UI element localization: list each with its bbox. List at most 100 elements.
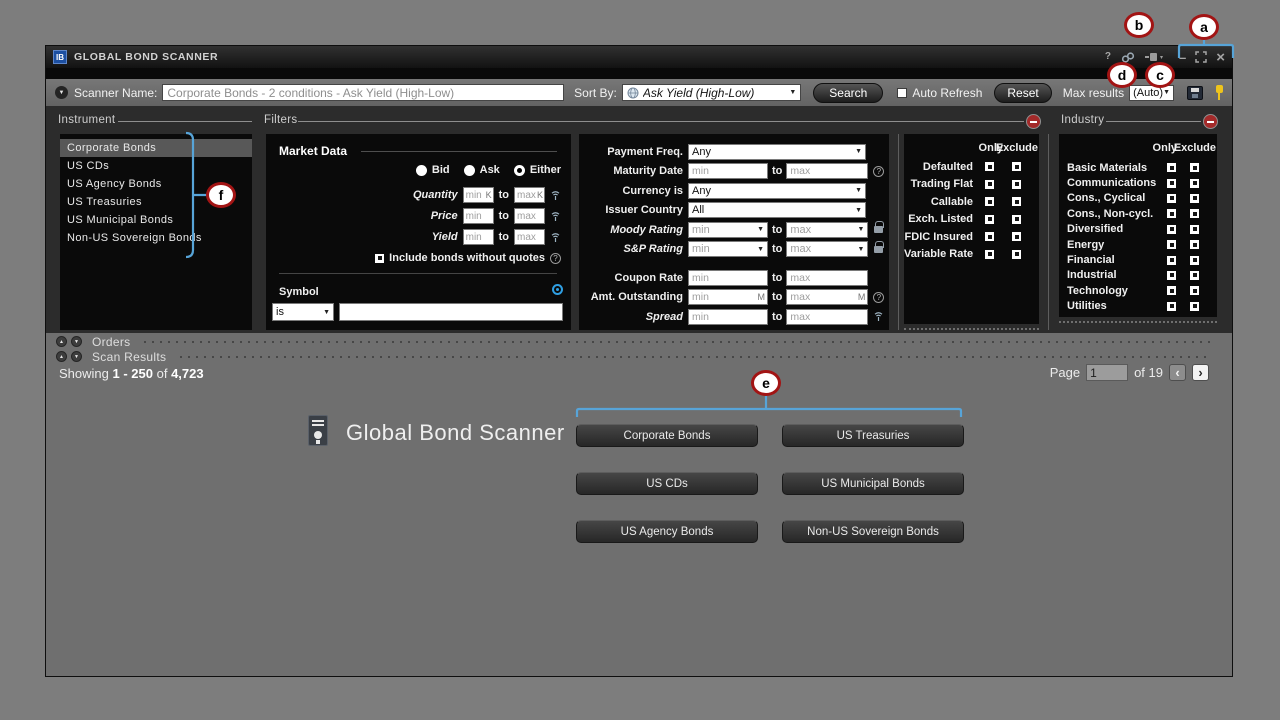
amt-max-input[interactable] [786, 289, 868, 305]
exclude-checkbox[interactable] [1190, 163, 1199, 172]
pin-icon[interactable]: ▾ [1145, 53, 1163, 61]
remove-industry-icon[interactable] [1204, 115, 1217, 128]
instrument-item-corporate-bonds[interactable]: Corporate Bonds [60, 139, 252, 157]
only-checkbox[interactable] [1167, 302, 1176, 311]
page-input[interactable] [1086, 364, 1128, 381]
save-icon[interactable] [1187, 86, 1203, 100]
either-radio[interactable] [514, 165, 525, 176]
launch-us-agency-bonds-button[interactable]: US Agency Bonds [576, 520, 758, 543]
only-checkbox[interactable] [1167, 256, 1176, 265]
launch-us-municipal-bonds-button[interactable]: US Municipal Bonds [782, 472, 964, 495]
only-checkbox[interactable] [985, 180, 994, 189]
launch-us-cds-button[interactable]: US CDs [576, 472, 758, 495]
launch-corporate-bonds-button[interactable]: Corporate Bonds [576, 424, 758, 447]
help-icon[interactable]: ? [873, 292, 884, 303]
only-checkbox[interactable] [1167, 179, 1176, 188]
close-button[interactable]: × [1216, 49, 1225, 66]
only-checkbox[interactable] [1167, 240, 1176, 249]
exclude-checkbox[interactable] [1012, 215, 1021, 224]
exclude-checkbox[interactable] [1012, 250, 1021, 259]
collapse-down-icon[interactable]: ▼ [71, 351, 82, 362]
instrument-item-us-municipal-bonds[interactable]: US Municipal Bonds [60, 211, 252, 229]
yield-min-input[interactable] [463, 229, 494, 245]
bid-radio[interactable] [416, 165, 427, 176]
exclude-checkbox[interactable] [1190, 179, 1199, 188]
exclude-checkbox[interactable] [1190, 240, 1199, 249]
target-icon[interactable] [552, 284, 563, 295]
panel-splitter[interactable] [1048, 134, 1049, 330]
panel-grip[interactable] [1059, 321, 1217, 323]
maximize-button[interactable] [1195, 51, 1207, 63]
symbol-operator-select[interactable]: is ▼ [272, 303, 334, 321]
remove-filters-icon[interactable] [1027, 115, 1040, 128]
only-checkbox[interactable] [1167, 271, 1176, 280]
panel-splitter[interactable] [898, 134, 899, 330]
only-checkbox[interactable] [1167, 163, 1176, 172]
sort-by-select[interactable]: Ask Yield (High-Low) ▼ [622, 84, 801, 101]
instrument-item-us-cds[interactable]: US CDs [60, 157, 252, 175]
minimize-button[interactable]: – [1179, 50, 1186, 65]
auto-refresh-checkbox[interactable] [897, 88, 907, 98]
only-checkbox[interactable] [1167, 286, 1176, 295]
coupon-min-input[interactable] [688, 270, 768, 286]
exclude-checkbox[interactable] [1012, 197, 1021, 206]
currency-select[interactable]: Any▼ [688, 183, 866, 199]
instrument-item-non-us-sovereign-bonds[interactable]: Non-US Sovereign Bonds [60, 229, 252, 247]
maturity-max-input[interactable] [786, 163, 868, 179]
help-icon[interactable]: ? [550, 253, 561, 264]
spread-min-input[interactable] [688, 309, 768, 325]
symbol-input[interactable] [339, 303, 563, 321]
only-checkbox[interactable] [985, 250, 994, 259]
exclude-checkbox[interactable] [1190, 286, 1199, 295]
only-checkbox[interactable] [985, 197, 994, 206]
link-icon[interactable] [1121, 52, 1135, 63]
coupon-max-input[interactable] [786, 270, 868, 286]
exclude-checkbox[interactable] [1190, 225, 1199, 234]
yellow-pin-icon[interactable] [1215, 85, 1223, 101]
only-checkbox[interactable] [1167, 194, 1176, 203]
price-min-input[interactable] [463, 208, 494, 224]
collapse-down-icon[interactable]: ▼ [71, 336, 82, 347]
only-checkbox[interactable] [985, 215, 994, 224]
sp-min-select[interactable]: min▼ [688, 241, 768, 257]
price-max-input[interactable] [514, 208, 545, 224]
launch-non-us-sovereign-bonds-button[interactable]: Non-US Sovereign Bonds [782, 520, 964, 543]
payment-freq-select[interactable]: Any▼ [688, 144, 866, 160]
spread-max-input[interactable] [786, 309, 868, 325]
exclude-checkbox[interactable] [1012, 162, 1021, 171]
include-quotes-checkbox[interactable] [375, 254, 384, 263]
exclude-checkbox[interactable] [1190, 256, 1199, 265]
exclude-checkbox[interactable] [1190, 302, 1199, 311]
scanner-name-input[interactable] [162, 84, 564, 101]
only-checkbox[interactable] [1167, 225, 1176, 234]
moody-max-select[interactable]: max▼ [786, 222, 868, 238]
amt-min-input[interactable] [688, 289, 768, 305]
launch-us-treasuries-button[interactable]: US Treasuries [782, 424, 964, 447]
panel-grip[interactable] [904, 328, 1039, 330]
exclude-checkbox[interactable] [1012, 180, 1021, 189]
max-results-select[interactable]: (Auto) ▼ [1129, 85, 1174, 101]
reset-button[interactable]: Reset [994, 83, 1051, 103]
only-checkbox[interactable] [985, 162, 994, 171]
exclude-checkbox[interactable] [1012, 232, 1021, 241]
yield-max-input[interactable] [514, 229, 545, 245]
sp-max-select[interactable]: max▼ [786, 241, 868, 257]
help-icon[interactable]: ? [873, 166, 884, 177]
only-checkbox[interactable] [985, 232, 994, 241]
expand-up-icon[interactable]: ▲ [56, 351, 67, 362]
help-icon[interactable]: ? [1105, 52, 1111, 62]
search-button[interactable]: Search [813, 83, 883, 103]
callout-d: d [1107, 62, 1137, 88]
expand-up-icon[interactable]: ▲ [56, 336, 67, 347]
collapse-scanner-button[interactable]: ▼ [55, 86, 68, 99]
prev-page-button[interactable]: ‹ [1169, 364, 1186, 381]
exclude-checkbox[interactable] [1190, 209, 1199, 218]
only-checkbox[interactable] [1167, 209, 1176, 218]
moody-min-select[interactable]: min▼ [688, 222, 768, 238]
exclude-checkbox[interactable] [1190, 271, 1199, 280]
issuer-country-select[interactable]: All▼ [688, 202, 866, 218]
ask-radio[interactable] [464, 165, 475, 176]
next-page-button[interactable]: › [1192, 364, 1209, 381]
exclude-checkbox[interactable] [1190, 194, 1199, 203]
maturity-min-input[interactable] [688, 163, 768, 179]
